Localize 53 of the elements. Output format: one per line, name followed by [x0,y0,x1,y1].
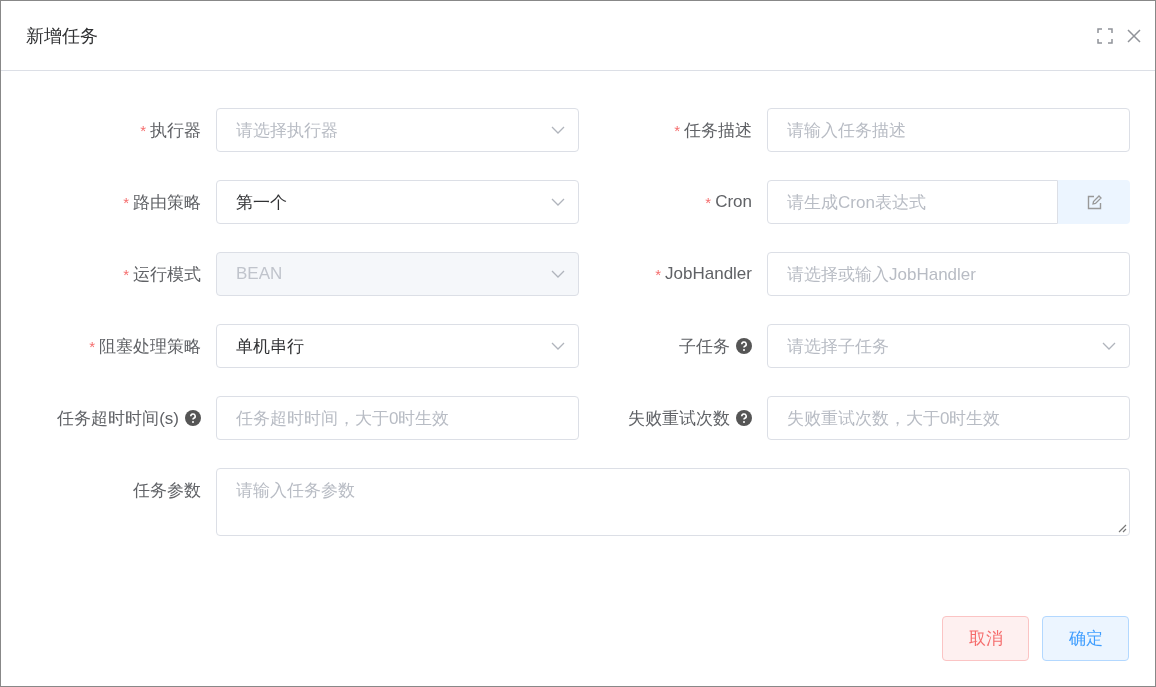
input-field[interactable]: 失败重试次数，大于0时生效 [767,396,1130,440]
field-label: 任务描述 [684,119,752,142]
required-mark: * [123,193,129,211]
required-mark: * [705,193,712,211]
required-mark: * [140,121,146,139]
chevron-down-icon [1102,342,1116,350]
placeholder-text: 请选择或输入JobHandler [787,263,977,286]
placeholder-text: 请输入任务描述 [787,119,907,142]
required-mark: * [123,265,129,283]
chevron-down-icon [551,126,565,134]
field-label: 执行器 [150,119,201,142]
placeholder-text: 失败重试次数，大于0时生效 [787,407,1002,430]
input-field[interactable]: 请生成Cron表达式 [767,180,1058,224]
select-field[interactable]: 请选择子任务 [767,324,1130,368]
select-field[interactable]: 单机串行 [216,324,579,368]
placeholder-text: 请输入任务参数 [236,481,355,500]
placeholder-text: 请生成Cron表达式 [787,191,927,214]
required-mark: * [655,265,662,283]
input-field[interactable]: 请选择或输入JobHandler [767,252,1130,296]
field-label: 任务超时时间(s) [57,407,179,430]
fullscreen-icon[interactable] [1097,27,1113,44]
confirm-button[interactable]: 确定 [1042,616,1129,661]
placeholder-text: 请选择执行器 [236,119,339,142]
field-label: JobHandler [665,264,752,284]
input-field[interactable]: 请输入任务描述 [767,108,1130,152]
field-label: 运行模式 [133,263,201,286]
field-value: 单机串行 [236,335,305,358]
field-label: 子任务 [679,335,730,358]
textarea-field[interactable]: 请输入任务参数 [216,468,1130,536]
cancel-button[interactable]: 取消 [942,616,1029,661]
field-label: 阻塞处理策略 [99,335,201,358]
select-field[interactable]: 第一个 [216,180,579,224]
required-mark: * [89,337,95,355]
dialog-title: 新增任务 [26,24,99,48]
placeholder-text: 任务超时时间，大于0时生效 [236,407,451,430]
required-mark: * [674,121,680,139]
edit-icon [1086,194,1102,210]
field-label: Cron [715,192,752,212]
chevron-down-icon [551,342,565,350]
field-label: 任务参数 [133,479,201,502]
field-label: 路由策略 [133,191,201,214]
help-icon [736,338,752,354]
help-icon [736,410,752,426]
close-icon[interactable] [1127,28,1141,43]
help-icon [185,410,201,426]
chevron-down-icon [551,198,565,206]
field-label: 失败重试次数 [628,407,730,430]
resize-handle-icon[interactable] [1118,524,1127,533]
select-field[interactable]: 请选择执行器 [216,108,579,152]
field-value: 第一个 [236,191,288,214]
chevron-down-icon [551,270,565,278]
placeholder-text: 请选择子任务 [787,335,890,358]
input-field[interactable]: 任务超时时间，大于0时生效 [216,396,579,440]
